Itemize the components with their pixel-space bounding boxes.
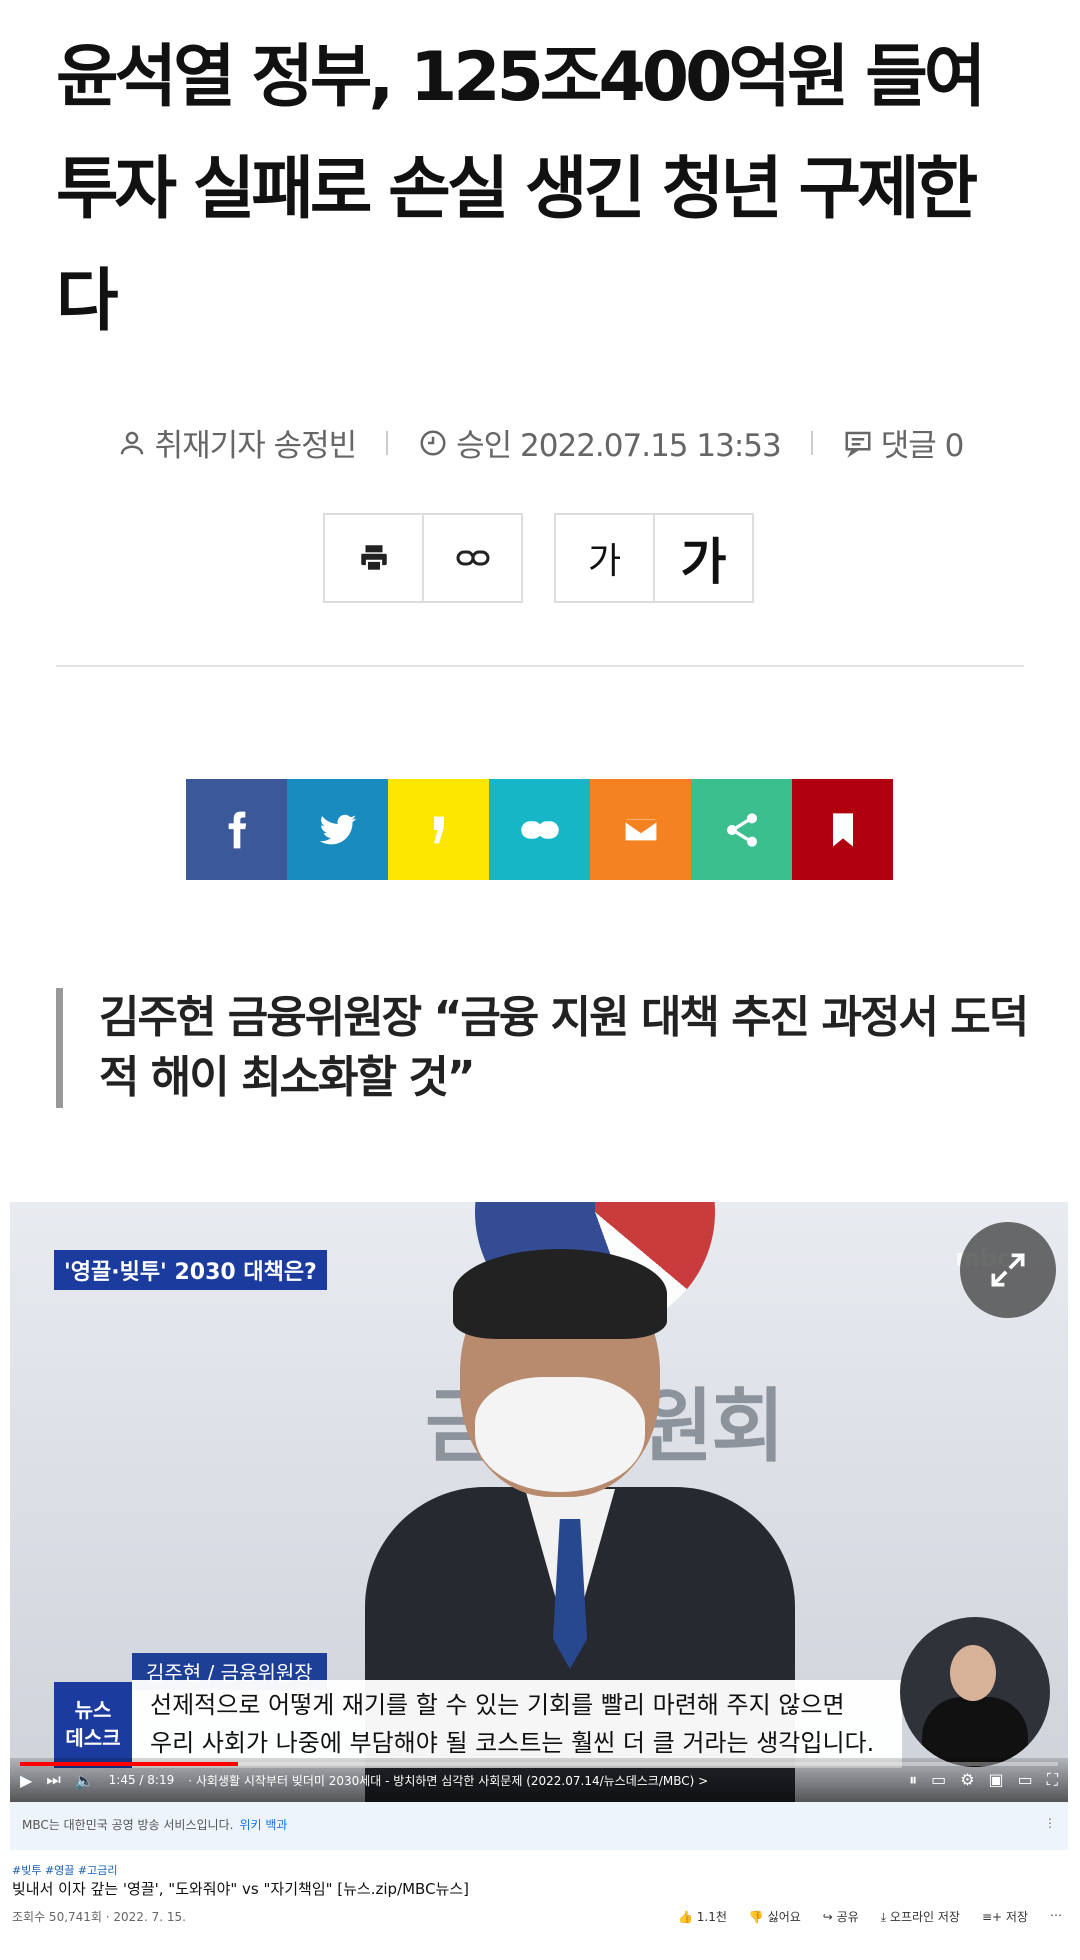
reporter-name: 취재기자 송정빈: [154, 428, 357, 464]
share-bar: [186, 779, 893, 880]
speaker-hair: [453, 1249, 667, 1339]
more-actions-icon[interactable]: ⋯: [1050, 1908, 1062, 1925]
copy-link-button[interactable]: [422, 513, 523, 603]
bookmark-button[interactable]: [792, 779, 893, 880]
video-actions: 👍 1.1천 👎 싫어요 ↪ 공유 ⤓ 오프라인 저장 ≡+ 저장 ⋯: [678, 1908, 1062, 1925]
like-count: 1.1천: [696, 1910, 727, 1924]
dislike-button[interactable]: 👎 싫어요: [749, 1908, 801, 1925]
broadcaster-notice: MBC는 대한민국 공영 방송 서비스입니다. 위키 백과 ⋮: [10, 1802, 1068, 1850]
theater-icon[interactable]: ▭: [1018, 1770, 1033, 1790]
save-label: 저장: [1005, 1910, 1028, 1924]
comment-icon: [845, 431, 871, 458]
thumbs-up-icon: 👍: [677, 1910, 693, 1924]
clock-icon: [420, 430, 446, 455]
notice-text: MBC는 대한민국 공영 방송 서비스입니다.: [22, 1818, 234, 1832]
comment-count: 댓글 0: [880, 428, 965, 464]
share-kakaostory-button[interactable]: [388, 779, 489, 880]
interpreter-body: [922, 1697, 1028, 1767]
divider: [56, 665, 1024, 667]
share-more-button[interactable]: [691, 779, 792, 880]
volume-icon[interactable]: 🔈: [75, 1771, 95, 1790]
play-icon[interactable]: ▶: [20, 1771, 32, 1790]
playlist-add-icon: ≡+: [981, 1910, 1003, 1924]
share-icon: [726, 812, 757, 847]
view-count: 조회수 50,741회 · 2022. 7. 15.: [12, 1910, 186, 1924]
control-right: ⏸ ▭ ⚙ ▣ ▭ ⛶: [909, 1770, 1058, 1790]
pause-toggle-icon[interactable]: ⏸: [909, 1770, 917, 1790]
next-icon[interactable]: ⏭: [46, 1770, 60, 1790]
video-chapter[interactable]: · 사회생활 시작부터 빚더미 2030세대 - 방치하면 심각한 사회문제 (…: [188, 1772, 708, 1789]
badge-line-1: 뉴스: [74, 1698, 112, 1722]
share-arrow-icon: ↪: [822, 1910, 833, 1924]
headline-line-1: 윤석열 정부, 125조400억원 들여: [56, 38, 986, 117]
subheadline-line-2: 적 해이 최소화할 것”: [99, 1052, 476, 1103]
caption-line-2: 우리 사회가 나중에 부담해야 될 코스트는 훨씬 더 클 거라는 생각입니다.: [150, 1729, 875, 1757]
progress-fill: [20, 1762, 238, 1766]
approved-info: 승인 2022.07.15 13:53: [418, 420, 782, 465]
video-controls: ▶ ⏭ 🔈 1:45 / 8:19 · 사회생활 시작부터 빚더미 2030세대…: [10, 1758, 1068, 1802]
article-tools: [323, 513, 523, 603]
save-button[interactable]: ≡+ 저장: [982, 1908, 1028, 1925]
facebook-icon: [228, 811, 246, 848]
link-icon: [520, 820, 559, 839]
font-size-tools: 가 가: [554, 513, 754, 603]
fullscreen-expand-button[interactable]: [960, 1222, 1056, 1318]
share-link-button[interactable]: [489, 779, 590, 880]
print-icon: [360, 545, 387, 572]
approved-date: 승인 2022.07.15 13:53: [456, 428, 782, 464]
meta-separator: [810, 430, 813, 455]
sign-language-interpreter: [900, 1617, 1050, 1767]
article-meta: 취재기자 송정빈 승인 2022.07.15 13:53 댓글 0: [0, 420, 1080, 465]
print-button[interactable]: [323, 513, 424, 603]
download-button[interactable]: ⤓ 오프라인 저장: [881, 1908, 960, 1925]
video-time: 1:45 / 8:19: [108, 1773, 175, 1787]
headline-line-3: 다: [56, 262, 119, 341]
font-smaller-button[interactable]: 가: [554, 513, 655, 603]
link-icon: [456, 550, 489, 566]
person-icon: [120, 431, 143, 454]
miniplayer-icon[interactable]: ▣: [989, 1770, 1004, 1790]
more-icon[interactable]: ⋮: [1044, 1816, 1056, 1836]
article-subheadline: 김주현 금융위원장 “금융 지원 대책 추진 과정서 도덕 적 해이 최소화할 …: [56, 988, 1036, 1108]
comments-link[interactable]: 댓글 0: [843, 420, 964, 465]
mail-icon: [622, 816, 659, 843]
newsdesk-badge: 뉴스 데스크: [54, 1682, 132, 1768]
share-label: 공유: [836, 1910, 859, 1924]
article-headline: 윤석열 정부, 125조400억원 들여 투자 실패로 손실 생긴 청년 구제한…: [56, 22, 1036, 358]
share-facebook-button[interactable]: [186, 779, 287, 880]
download-label: 오프라인 저장: [889, 1910, 960, 1924]
wikipedia-link[interactable]: 위키 백과: [239, 1816, 287, 1836]
font-larger-button[interactable]: 가: [653, 513, 754, 603]
bookmark-icon: [832, 812, 853, 847]
control-row: ▶ ⏭ 🔈 1:45 / 8:19 · 사회생활 시작부터 빚더미 2030세대…: [20, 1770, 1058, 1790]
expand-icon: [991, 1253, 1025, 1287]
badge-line-2: 데스크: [65, 1726, 121, 1750]
headline-line-2: 투자 실패로 손실 생긴 청년 구제한: [56, 150, 978, 229]
speaker-mask: [475, 1377, 645, 1492]
thumbs-down-icon: 👎: [748, 1910, 764, 1924]
caption-box: 선제적으로 어떻게 재기를 할 수 있는 기회를 빨리 마련해 주지 않으면 우…: [132, 1680, 902, 1768]
interpreter-face: [950, 1645, 996, 1701]
video-progress-bar[interactable]: [20, 1762, 1058, 1766]
video-stats-row: 조회수 50,741회 · 2022. 7. 15. 👍 1.1천 👎 싫어요 …: [12, 1908, 1062, 1925]
twitter-icon: [319, 814, 356, 844]
share-twitter-button[interactable]: [287, 779, 388, 880]
embedded-video-player[interactable]: 금융위원회 '영끌·빚투' 2030 대책은? mbc 김주현 / 금융위원장 …: [10, 1202, 1068, 1802]
caption-line-1: 선제적으로 어떻게 재기를 할 수 있는 기회를 빨리 마련해 주지 않으면: [150, 1691, 845, 1719]
download-icon: ⤓: [880, 1910, 887, 1924]
meta-separator: [386, 430, 389, 455]
reporter-info: 취재기자 송정빈: [117, 420, 357, 465]
video-topic-label: '영끌·빚투' 2030 대책은?: [54, 1250, 327, 1290]
kakaostory-icon: [433, 816, 444, 843]
video-title: 빚내서 이자 갚는 '영끌', "도와줘야" vs "자기책임" [뉴스.zip…: [12, 1880, 470, 1898]
subtitles-icon[interactable]: ▭: [931, 1770, 946, 1790]
share-mail-button[interactable]: [590, 779, 691, 880]
video-hashtags[interactable]: #빚투 #영끌 #고금리: [12, 1862, 117, 1878]
share-video-button[interactable]: ↪ 공유: [823, 1908, 859, 1925]
settings-icon[interactable]: ⚙: [960, 1770, 974, 1790]
fullscreen-icon[interactable]: ⛶: [1047, 1770, 1058, 1790]
like-button[interactable]: 👍 1.1천: [678, 1908, 727, 1925]
dislike-label: 싫어요: [767, 1910, 801, 1924]
subheadline-line-1: 김주현 금융위원장 “금융 지원 대책 추진 과정서 도덕: [99, 992, 1029, 1043]
